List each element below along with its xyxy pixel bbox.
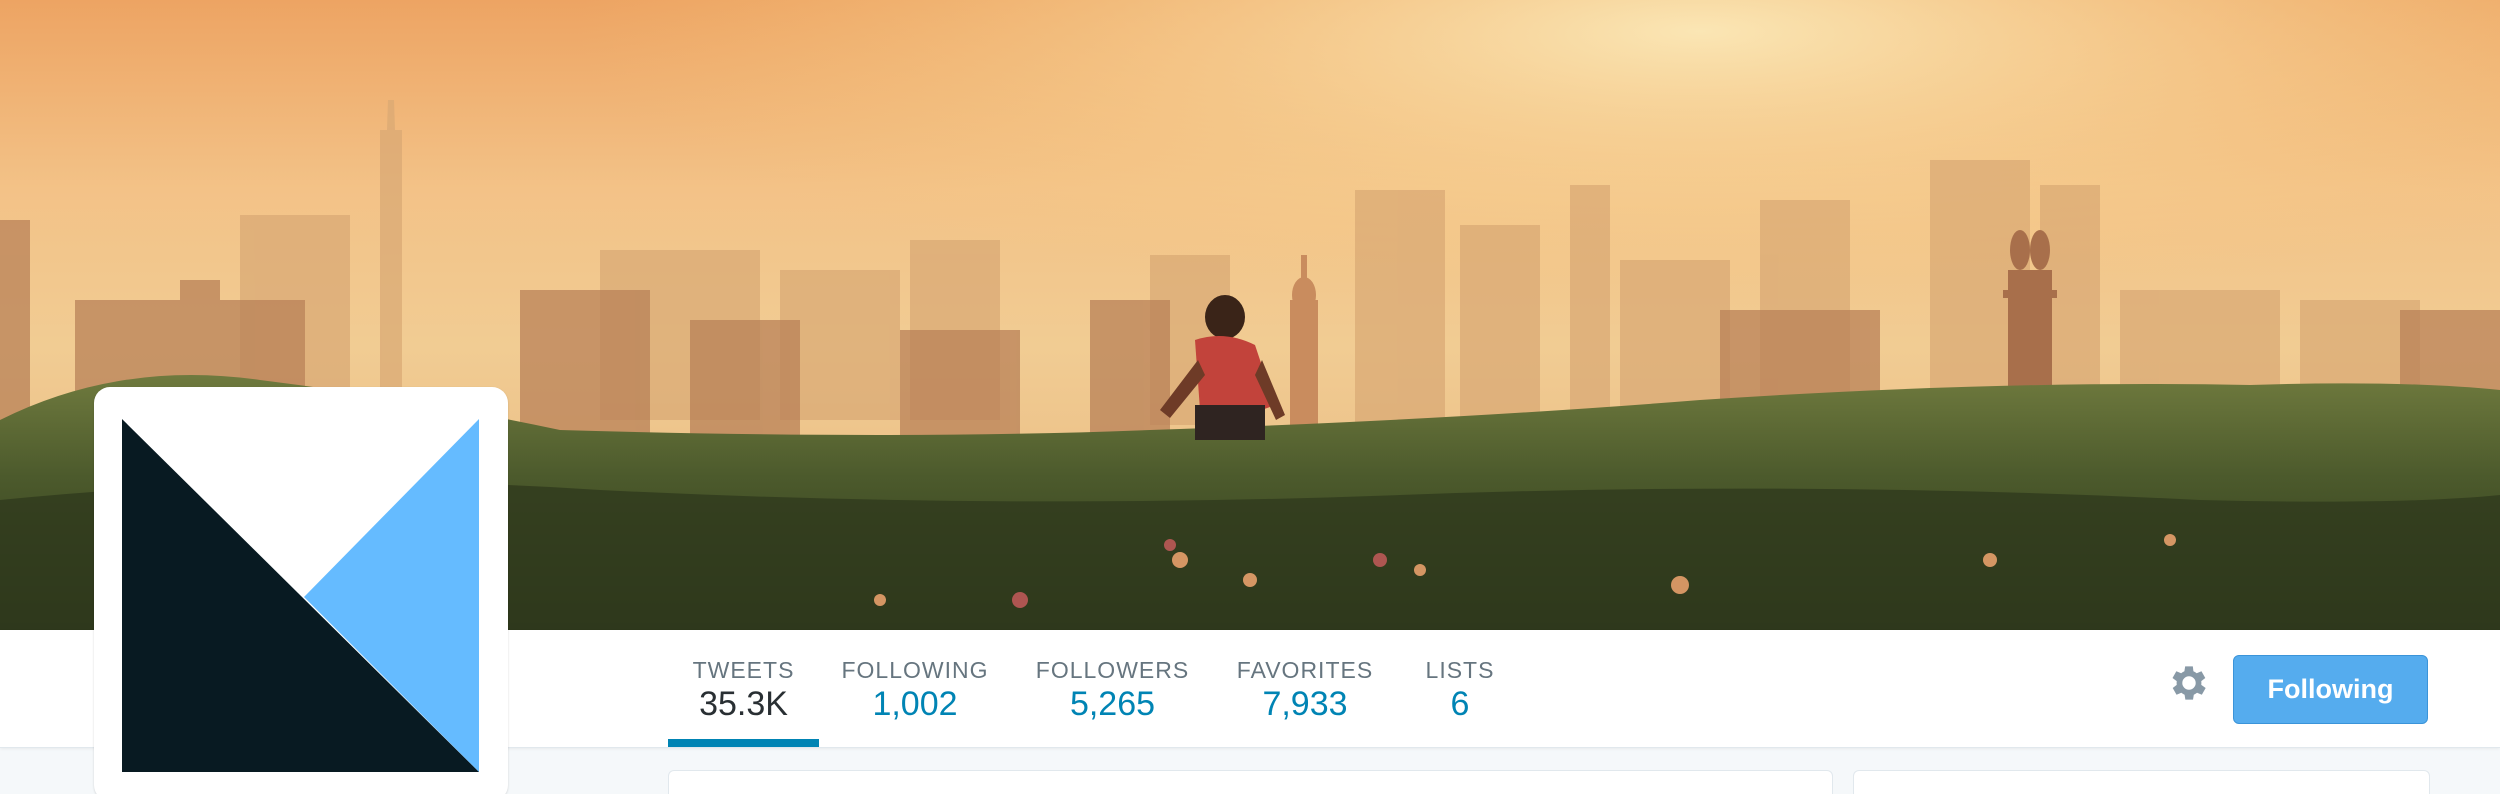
stat-tweets-label: TWEETS bbox=[692, 657, 795, 683]
stat-tweets[interactable]: TWEETS 35.3K bbox=[668, 630, 819, 747]
medium-logo-icon bbox=[122, 419, 479, 772]
sidebar-card bbox=[1853, 770, 2430, 794]
stat-following-value: 1,002 bbox=[872, 685, 958, 723]
stat-favorites-value: 7,933 bbox=[1262, 685, 1348, 723]
stat-following-label: FOLLOWING bbox=[841, 657, 989, 683]
stat-favorites-label: FAVORITES bbox=[1236, 657, 1374, 683]
stat-lists[interactable]: LISTS 6 bbox=[1420, 630, 1500, 747]
following-button[interactable]: Following bbox=[2233, 655, 2428, 724]
avatar[interactable] bbox=[94, 387, 508, 794]
stat-following[interactable]: FOLLOWING 1,002 bbox=[840, 630, 990, 747]
stat-tweets-value: 35.3K bbox=[699, 685, 788, 723]
active-tab-indicator bbox=[668, 739, 819, 747]
stat-followers[interactable]: FOLLOWERS 5,265 bbox=[1035, 630, 1190, 747]
timeline-card bbox=[668, 770, 1833, 794]
stat-lists-label: LISTS bbox=[1425, 657, 1495, 683]
stat-lists-value: 6 bbox=[1450, 685, 1470, 723]
stat-followers-label: FOLLOWERS bbox=[1035, 657, 1190, 683]
stat-favorites[interactable]: FAVORITES 7,933 bbox=[1235, 630, 1375, 747]
stat-followers-value: 5,265 bbox=[1069, 685, 1156, 723]
profile-page: TWEETS 35.3K FOLLOWING 1,002 FOLLOWERS 5… bbox=[0, 0, 2500, 794]
gear-icon[interactable] bbox=[2166, 660, 2212, 706]
